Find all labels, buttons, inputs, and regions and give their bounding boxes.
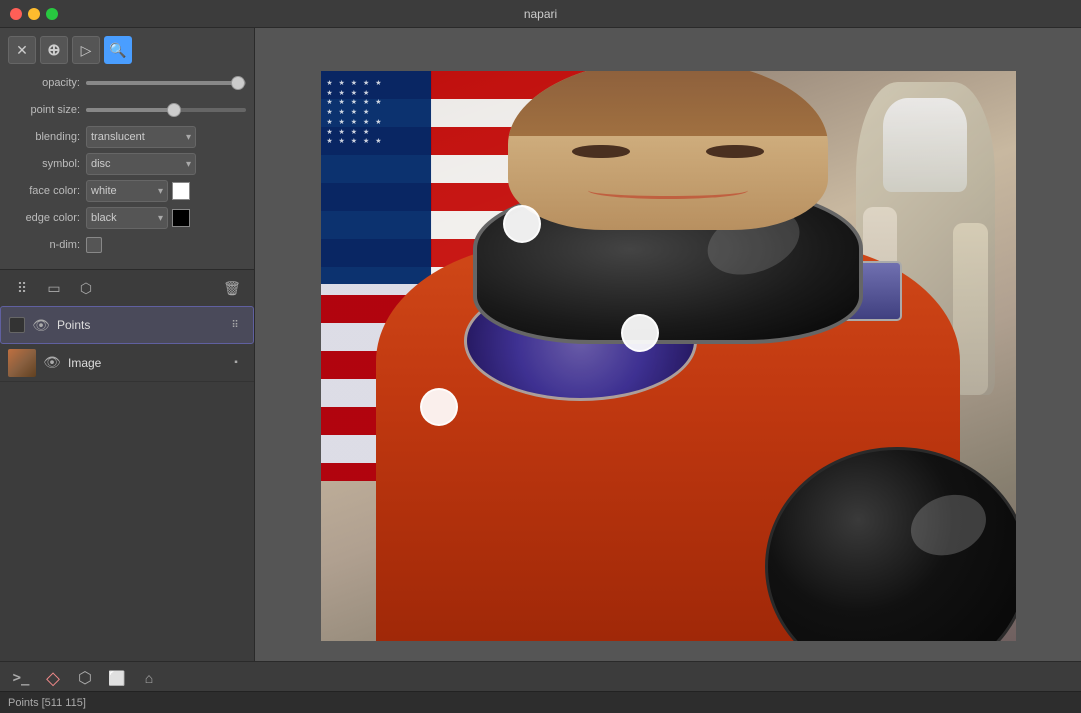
edge-color-row: edge color: black ▾	[8, 207, 246, 229]
image-layer-name: Image	[68, 356, 220, 370]
chevron-down-icon: ▾	[158, 213, 163, 224]
bottom-section: >_ ◇ ⬡ ⬜ ⌂ Points [511 115]	[0, 661, 1081, 713]
opacity-slider[interactable]	[86, 81, 246, 85]
edge-color-dropdown[interactable]: black ▾	[86, 207, 168, 229]
face-color-swatch[interactable]	[172, 182, 190, 200]
opacity-label: opacity:	[8, 77, 86, 89]
face-color-control: white ▾	[86, 180, 190, 202]
edge-color-control: black ▾	[86, 207, 190, 229]
edge-color-swatch[interactable]	[172, 209, 190, 227]
app-title: napari	[524, 7, 557, 21]
canvas-area[interactable]: ★ ★ ★ ★ ★★ ★ ★ ★★ ★ ★ ★ ★★ ★ ★ ★★ ★ ★ ★ …	[255, 28, 1081, 683]
point-size-label: point size:	[8, 104, 86, 116]
symbol-row: symbol: disc ▾	[8, 153, 246, 175]
points-layer-name: Points	[57, 318, 219, 332]
window-controls	[10, 8, 58, 20]
maximize-button[interactable]	[46, 8, 58, 20]
chevron-down-icon: ▾	[158, 186, 163, 197]
ndim-row: n-dim:	[8, 234, 246, 256]
face-color-label: face color:	[8, 185, 86, 197]
blending-label: blending:	[8, 131, 86, 143]
symbol-label: symbol:	[8, 158, 86, 170]
face-color-dropdown[interactable]: white ▾	[86, 180, 168, 202]
blending-dropdown[interactable]: translucent ▾	[86, 126, 196, 148]
edge-color-label: edge color:	[8, 212, 86, 224]
zoom-tool-button[interactable]: 🔍	[104, 36, 132, 64]
opacity-row: opacity:	[8, 72, 246, 94]
status-bar: Points [511 115]	[0, 691, 1081, 713]
add-points-button[interactable]: ⊕	[40, 36, 68, 64]
symbol-dropdown[interactable]: disc ▾	[86, 153, 196, 175]
layer-menu-image[interactable]: ▪	[226, 353, 246, 373]
screenshot-button[interactable]: ⬜	[104, 665, 130, 691]
select-tool-button[interactable]: ▷	[72, 36, 100, 64]
points-layer-item[interactable]: 👁 Points ⠿	[0, 306, 254, 344]
plugin-button[interactable]: ⬡	[72, 665, 98, 691]
ndim-checkbox[interactable]	[86, 237, 102, 253]
close-tool-button[interactable]: ✕	[8, 36, 36, 64]
lasso-tool-button[interactable]: ⬡	[72, 274, 100, 302]
grid-view-button[interactable]: ⠿	[8, 274, 36, 302]
shape-tool-button[interactable]: ▭	[40, 274, 68, 302]
delete-layer-button[interactable]: 🗑	[218, 274, 246, 302]
controls-area: ✕ ⊕ ▷ 🔍 opacity:	[0, 28, 254, 270]
layer-menu-points[interactable]: ⠿	[225, 315, 245, 335]
face-color-row: face color: white ▾	[8, 180, 246, 202]
tool-toolbar: ✕ ⊕ ▷ 🔍	[8, 36, 246, 64]
main-image: ★ ★ ★ ★ ★★ ★ ★ ★★ ★ ★ ★ ★★ ★ ★ ★★ ★ ★ ★ …	[321, 71, 1016, 641]
close-button[interactable]	[10, 8, 22, 20]
jupyter-button[interactable]: ◇	[40, 665, 66, 691]
layers-list: 👁 Points ⠿ 👁 Image ▪	[0, 306, 254, 683]
bottom-toolbar: >_ ◇ ⬡ ⬜ ⌂	[0, 662, 1081, 694]
image-container: ★ ★ ★ ★ ★★ ★ ★ ★★ ★ ★ ★ ★★ ★ ★ ★★ ★ ★ ★ …	[321, 71, 1016, 641]
left-panel: ✕ ⊕ ▷ 🔍 opacity:	[0, 28, 255, 683]
layer-color-dot	[9, 317, 25, 333]
main-content: ✕ ⊕ ▷ 🔍 opacity:	[0, 28, 1081, 683]
minimize-button[interactable]	[28, 8, 40, 20]
point-size-row: point size:	[8, 99, 246, 121]
chevron-down-icon: ▾	[186, 132, 191, 143]
blending-row: blending: translucent ▾	[8, 126, 246, 148]
chevron-down-icon: ▾	[186, 159, 191, 170]
image-layer-thumbnail	[8, 349, 36, 377]
point-size-slider[interactable]	[86, 108, 246, 112]
visibility-toggle-points[interactable]: 👁	[31, 315, 51, 335]
face-element	[508, 71, 828, 231]
home-button[interactable]: ⌂	[136, 665, 162, 691]
status-text: Points [511 115]	[8, 697, 86, 709]
terminal-button[interactable]: >_	[8, 665, 34, 691]
visibility-toggle-image[interactable]: 👁	[42, 353, 62, 373]
titlebar: napari	[0, 0, 1081, 28]
ndim-label: n-dim:	[8, 239, 86, 251]
image-layer-item[interactable]: 👁 Image ▪	[0, 344, 254, 382]
layers-toolbar: ⠿ ▭ ⬡ 🗑	[0, 270, 254, 306]
